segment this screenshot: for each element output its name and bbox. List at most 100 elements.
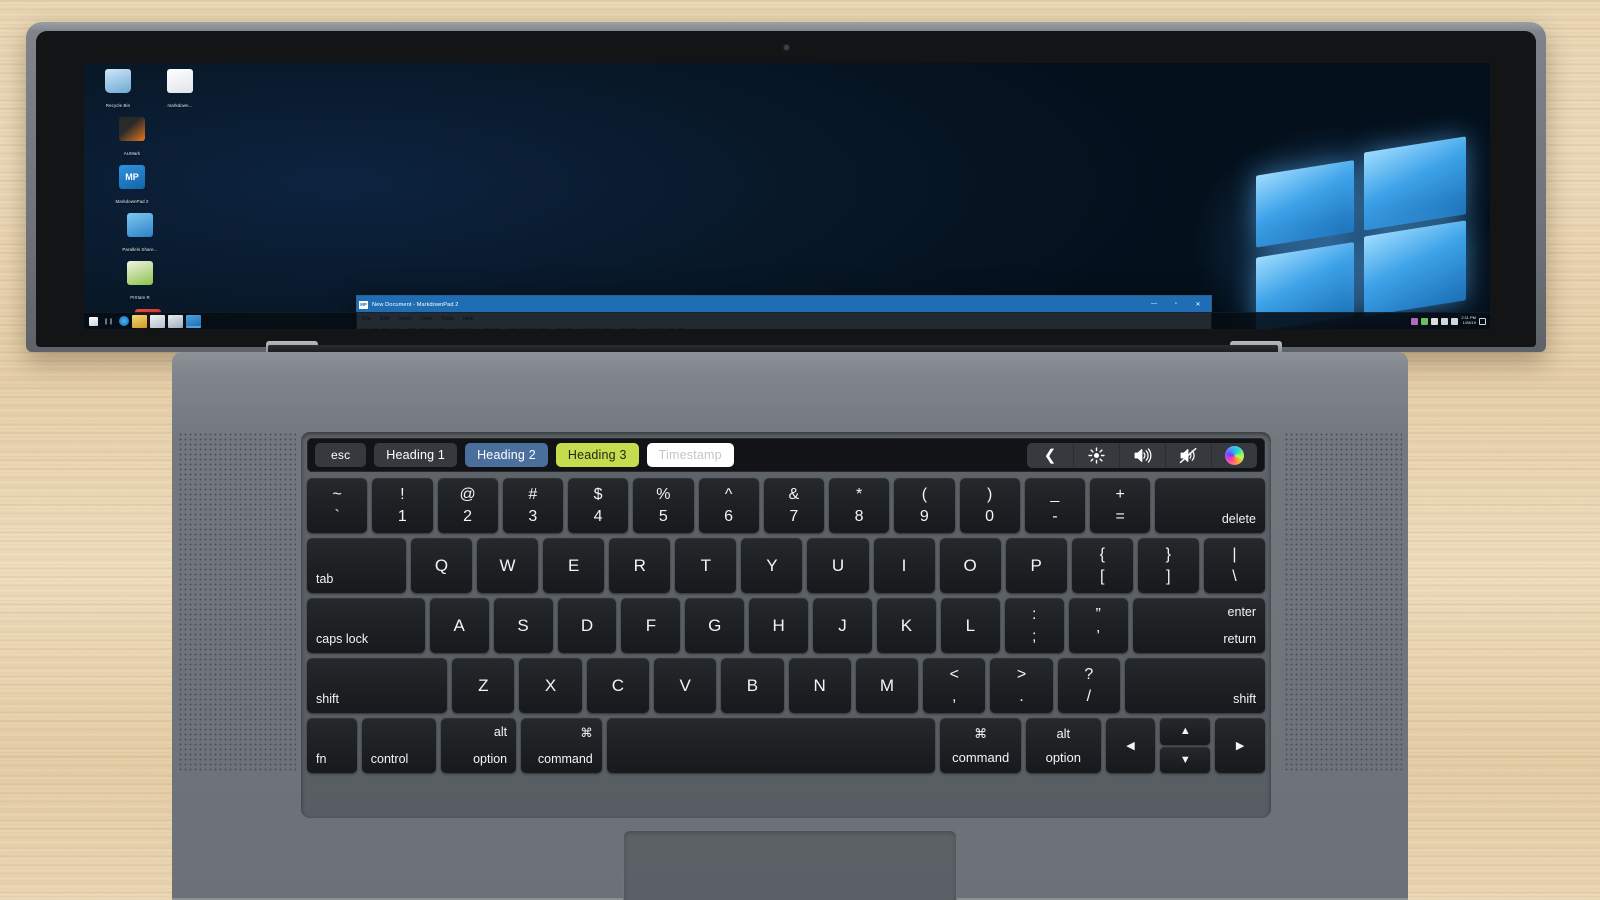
key-9[interactable]: (9 bbox=[894, 478, 955, 533]
key-h[interactable]: H bbox=[749, 598, 809, 653]
tray-icon-3[interactable] bbox=[1431, 317, 1439, 325]
desktop-icon-parallels-share[interactable]: Parallels Share... bbox=[112, 213, 168, 256]
volume-up-icon[interactable] bbox=[1119, 442, 1165, 468]
touch-bar[interactable]: esc Heading 1 Heading 2 Heading 3 Timest… bbox=[307, 438, 1265, 472]
key-0[interactable]: ) 0 bbox=[959, 478, 1020, 533]
key-tab[interactable]: tab bbox=[307, 538, 406, 593]
key-5[interactable]: % 5 bbox=[633, 478, 694, 533]
key-arrow-up[interactable]: ▲ bbox=[1160, 718, 1211, 745]
back-chevron-icon[interactable]: ❮ bbox=[1027, 442, 1073, 468]
key-s[interactable]: S bbox=[493, 598, 553, 653]
key-c[interactable]: C bbox=[586, 658, 649, 713]
key-o[interactable]: O bbox=[939, 538, 1001, 593]
start-button[interactable] bbox=[89, 316, 98, 326]
key-y[interactable]: Y bbox=[741, 538, 803, 593]
edge-icon[interactable] bbox=[119, 316, 129, 326]
key-v[interactable]: V bbox=[653, 658, 717, 713]
key-space[interactable] bbox=[606, 718, 936, 773]
key-i[interactable]: I bbox=[873, 538, 935, 593]
key-fn[interactable]: fn bbox=[307, 718, 357, 773]
tray-icon-1[interactable] bbox=[1411, 317, 1419, 325]
key-g[interactable]: G bbox=[685, 598, 745, 653]
key-delete[interactable]: delete bbox=[1155, 478, 1265, 533]
touchbar-timestamp-button[interactable]: Timestamp bbox=[646, 443, 734, 467]
network-icon[interactable] bbox=[1441, 317, 1449, 325]
key-x[interactable]: X bbox=[519, 658, 582, 713]
key-l[interactable]: L bbox=[940, 598, 1000, 653]
key-control[interactable]: control bbox=[361, 718, 437, 773]
key-arrow-left[interactable]: ◀ bbox=[1105, 718, 1156, 773]
markdownpad-taskbar-icon[interactable] bbox=[186, 314, 201, 328]
maximize-button[interactable]: ▫ bbox=[1165, 301, 1187, 308]
key-command-right[interactable]: ⌘ command bbox=[940, 718, 1021, 773]
key-backtick[interactable]: ~ ` bbox=[307, 478, 368, 533]
key-period[interactable]: >. bbox=[990, 658, 1053, 713]
desktop-icon-aumark[interactable]: AUMark bbox=[104, 117, 160, 160]
key-w[interactable]: W bbox=[477, 538, 539, 593]
desktop-icon-markdownpad[interactable]: MP MarkdownPad 2 bbox=[104, 165, 160, 208]
touchbar-heading-2-button[interactable]: Heading 2 bbox=[465, 443, 548, 467]
taskbar-clock[interactable]: 2:11 PM 1/26/19 bbox=[1461, 316, 1476, 325]
key-1[interactable]: ! 1 bbox=[372, 478, 433, 533]
key-option-left[interactable]: alt option bbox=[441, 718, 517, 773]
key-caps-lock[interactable]: caps lock bbox=[307, 598, 425, 653]
key-f[interactable]: F bbox=[621, 598, 681, 653]
touchbar-heading-3-button[interactable]: Heading 3 bbox=[555, 443, 639, 467]
siri-icon[interactable] bbox=[1211, 442, 1257, 468]
key-option-right[interactable]: alt option bbox=[1025, 718, 1101, 773]
key-z[interactable]: Z bbox=[452, 658, 515, 713]
key-r[interactable]: R bbox=[609, 538, 671, 593]
key-4[interactable]: $4 bbox=[568, 478, 629, 533]
key-command-left[interactable]: ⌘ command bbox=[521, 718, 602, 773]
key-t[interactable]: T bbox=[675, 538, 737, 593]
key-d[interactable]: D bbox=[557, 598, 617, 653]
windows-taskbar[interactable]: ❙❙ 2:11 PM 1/26/19 bbox=[84, 312, 1490, 329]
windows-desktop[interactable]: Recycle Bin markdown... AUMark MP Markdo… bbox=[84, 63, 1490, 329]
mute-icon[interactable] bbox=[1165, 442, 1211, 468]
key-equals[interactable]: + = bbox=[1090, 478, 1151, 533]
key-comma[interactable]: <, bbox=[923, 658, 986, 713]
key-bracket-left[interactable]: {[ bbox=[1071, 538, 1133, 593]
key-semicolon[interactable]: :; bbox=[1004, 598, 1064, 653]
key-slash[interactable]: ? / bbox=[1057, 658, 1120, 713]
close-button[interactable]: ✕ bbox=[1187, 301, 1209, 308]
key-7[interactable]: & 7 bbox=[763, 478, 824, 533]
touchbar-heading-1-button[interactable]: Heading 1 bbox=[374, 443, 458, 467]
key-bracket-right[interactable]: }] bbox=[1137, 538, 1199, 593]
touchbar-esc-button[interactable]: esc bbox=[315, 443, 367, 467]
action-center-icon[interactable] bbox=[1479, 317, 1486, 325]
desktop-icon-recycle-bin[interactable]: Recycle Bin bbox=[90, 69, 146, 112]
mail-icon[interactable] bbox=[168, 314, 183, 328]
trackpad[interactable] bbox=[623, 830, 957, 900]
key-2[interactable]: @2 bbox=[437, 478, 498, 533]
key-k[interactable]: K bbox=[877, 598, 936, 653]
key-6[interactable]: ^ 6 bbox=[698, 478, 759, 533]
key-return[interactable]: enter return bbox=[1132, 598, 1266, 653]
key-q[interactable]: Q bbox=[410, 538, 473, 593]
key-u[interactable]: U bbox=[807, 538, 869, 593]
key-backslash[interactable]: | \ bbox=[1203, 538, 1265, 593]
key-n[interactable]: N bbox=[788, 658, 851, 713]
key-p[interactable]: P bbox=[1005, 538, 1067, 593]
minimize-button[interactable]: — bbox=[1143, 301, 1165, 308]
key-arrow-right[interactable]: ▶ bbox=[1215, 718, 1265, 773]
key-shift-left[interactable]: shift bbox=[307, 658, 448, 713]
key-minus[interactable]: _ - bbox=[1024, 478, 1085, 533]
volume-icon[interactable] bbox=[1451, 317, 1459, 325]
task-view-button[interactable]: ❙❙ bbox=[101, 315, 116, 328]
key-j[interactable]: J bbox=[813, 598, 872, 653]
store-icon[interactable] bbox=[150, 314, 165, 328]
key-m[interactable]: M bbox=[855, 658, 919, 713]
key-quote[interactable]: ”’ bbox=[1068, 598, 1128, 653]
key-b[interactable]: B bbox=[721, 658, 784, 713]
key-8[interactable]: * 8 bbox=[829, 478, 890, 533]
desktop-icon-markdown-file[interactable]: markdown... bbox=[152, 69, 208, 112]
key-arrow-down[interactable]: ▼ bbox=[1160, 746, 1211, 773]
key-a[interactable]: A bbox=[429, 598, 489, 653]
key-e[interactable]: E bbox=[543, 538, 605, 593]
brightness-icon[interactable] bbox=[1073, 442, 1119, 468]
key-3[interactable]: #3 bbox=[502, 478, 563, 533]
key-shift-right[interactable]: shift bbox=[1124, 658, 1266, 713]
explorer-icon[interactable] bbox=[132, 314, 147, 328]
desktop-icon-pixtam[interactable]: PIXtam R bbox=[112, 261, 168, 304]
